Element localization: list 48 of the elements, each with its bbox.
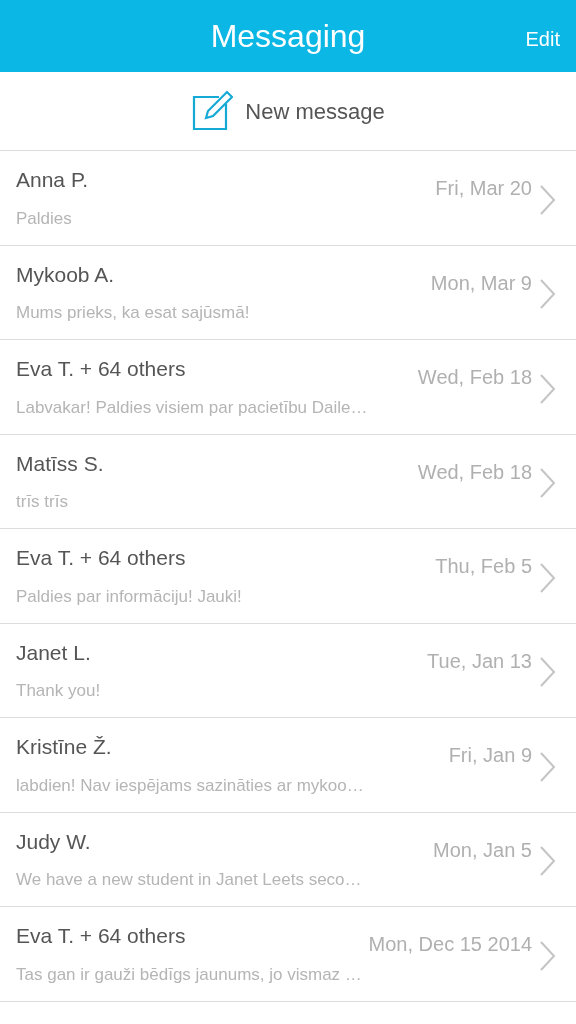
message-date: Wed, Feb 18	[417, 459, 532, 485]
message-date: Mon, Dec 15 2014	[368, 932, 532, 957]
chevron-right-icon	[540, 373, 556, 404]
compose-icon	[191, 90, 234, 132]
contact-name: Matīss S.	[16, 450, 105, 477]
conversation-row[interactable]: Eva T. + 64 others Tas gan ir gauži bēdīgs jaunums, jo vismaz … Mon, Dec 15 2014	[0, 907, 576, 1002]
contact-name: Anna P.	[16, 167, 89, 194]
new-message-button[interactable]: New message	[0, 72, 576, 151]
chevron-right-icon	[540, 562, 556, 593]
message-date: Fri, Jan 9	[448, 743, 532, 768]
message-date: Tue, Jan 13	[427, 648, 532, 674]
message-preview: Paldies par informāciju! Jauki!	[16, 585, 243, 608]
chevron-right-icon	[540, 657, 556, 688]
message-date: Thu, Feb 5	[435, 554, 532, 579]
message-date: Wed, Feb 18	[417, 365, 532, 390]
message-date: Mon, Jan 5	[433, 837, 532, 863]
message-date: Mon, Mar 9	[430, 270, 532, 296]
message-preview: Paldies	[16, 207, 73, 230]
chevron-right-icon	[540, 279, 556, 310]
conversation-row[interactable]: Eva T. + 64 others Paldies par informāciju! Jauki! Thu, Feb 5	[0, 529, 576, 624]
message-preview: Labvakar! Paldies visiem par pacietību Daile…	[16, 396, 369, 419]
message-preview: Thank you!	[16, 680, 102, 703]
conversation-row[interactable]: Matīss S. trīs trīs Wed, Feb 18	[0, 434, 576, 529]
contact-name: Kristīne Ž.	[16, 734, 113, 761]
contact-name: Mykoob A.	[16, 261, 116, 288]
message-preview: We have a new student in Janet Leets seco…	[16, 869, 363, 892]
conversation-row[interactable]: Eva T. + 64 others Labvakar! Paldies visiem par pacietību Daile… Wed, Feb 18	[0, 340, 576, 435]
message-preview: Mums prieks, ka esat sajūsmā!	[16, 302, 251, 325]
message-preview: trīs trīs	[16, 491, 69, 514]
chevron-right-icon	[540, 751, 556, 782]
chevron-right-icon	[540, 468, 556, 499]
message-preview: Tas gan ir gauži bēdīgs jaunums, jo vismaz …	[16, 963, 363, 986]
contact-name: Janet L.	[16, 639, 92, 666]
conversation-row[interactable]: Anna P. Paldies Fri, Mar 20	[0, 151, 576, 246]
conversation-row[interactable]: Kristīne Ž. labdien! Nav iespējams sazināties ar mykoo… Fri, Jan 9	[0, 718, 576, 813]
message-preview: labdien! Nav iespējams sazināties ar mykoo…	[16, 774, 365, 797]
screen-title: Messaging	[210, 17, 366, 56]
chevron-right-icon	[540, 940, 556, 971]
contact-name: Eva T. + 64 others	[16, 545, 187, 572]
conversation-row[interactable]: Mykoob A. Mums prieks, ka esat sajūsmā! Mon, Mar 9	[0, 245, 576, 340]
conversation-row[interactable]: Janet L. Thank you! Tue, Jan 13	[0, 623, 576, 718]
chevron-right-icon	[540, 184, 556, 215]
contact-name: Judy W.	[16, 828, 92, 855]
chevron-right-icon	[540, 846, 556, 877]
message-date: Fri, Mar 20	[435, 176, 532, 201]
conversation-row[interactable]: Judy W. We have a new student in Janet Leets seco… Mon, Jan 5	[0, 812, 576, 907]
contact-name: Eva T. + 64 others	[16, 923, 187, 950]
contact-name: Eva T. + 64 others	[16, 356, 187, 383]
